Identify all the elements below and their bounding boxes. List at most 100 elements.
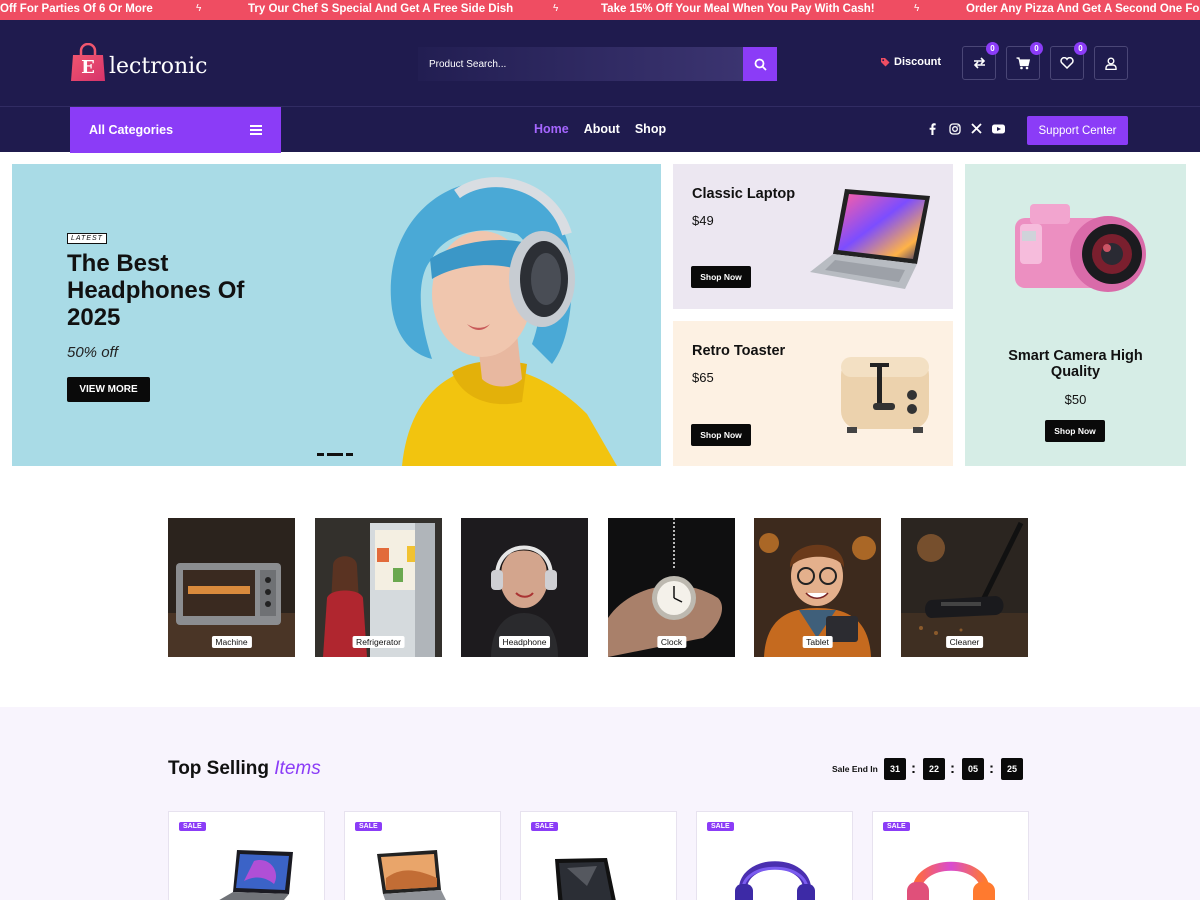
cart-icon bbox=[1016, 56, 1030, 69]
category-label: Headphone bbox=[498, 636, 551, 648]
laptop-product-image bbox=[377, 850, 446, 900]
bolt-icon: ϟ bbox=[914, 3, 920, 14]
nav-link-about[interactable]: About bbox=[584, 122, 620, 136]
category-label: Machine bbox=[211, 636, 252, 648]
section-title-main: Top Selling bbox=[168, 758, 269, 779]
timer-days: 31 bbox=[884, 758, 906, 780]
wishlist-count-badge: 0 bbox=[1074, 42, 1087, 55]
promo-title: Smart Camera High Quality bbox=[1008, 348, 1143, 380]
promo-card-toaster: Retro Toaster $65 Shop Now bbox=[673, 321, 953, 466]
timer-separator: : bbox=[989, 760, 994, 777]
product-search bbox=[418, 47, 777, 81]
shop-now-button[interactable]: Shop Now bbox=[1045, 420, 1105, 442]
category-tile-machine[interactable]: Machine bbox=[168, 518, 295, 657]
shopping-bag-icon: E bbox=[70, 42, 106, 83]
search-button[interactable] bbox=[743, 47, 777, 81]
site-logo[interactable]: E lectronic bbox=[70, 42, 208, 83]
discount-link[interactable]: Discount bbox=[880, 56, 941, 68]
category-label: Tablet bbox=[802, 636, 833, 648]
instagram-icon[interactable] bbox=[948, 122, 961, 135]
promo-ticker: Off For Parties Of 6 Or More ϟ Try Our C… bbox=[0, 0, 1200, 20]
x-twitter-icon[interactable] bbox=[970, 122, 983, 135]
sale-end-label: Sale End In bbox=[832, 764, 878, 774]
category-tile-tablet[interactable]: Tablet bbox=[754, 518, 881, 657]
product-card[interactable]: SALE bbox=[520, 811, 677, 900]
user-icon bbox=[1105, 57, 1117, 70]
hero-title: The Best Headphones Of 2025 bbox=[67, 250, 245, 331]
category-label: Clock bbox=[656, 636, 687, 648]
category-tile-clock[interactable]: Clock bbox=[608, 518, 735, 657]
support-center-button[interactable]: Support Center bbox=[1027, 116, 1128, 145]
timer-separator: : bbox=[950, 760, 955, 777]
laptop-product-image bbox=[219, 850, 293, 900]
timer-hours: 22 bbox=[923, 758, 945, 780]
sale-badge: SALE bbox=[355, 822, 382, 831]
wishlist-button[interactable]: 0 bbox=[1050, 42, 1087, 80]
section-title-accent: Items bbox=[274, 758, 321, 779]
category-tile-cleaner[interactable]: Cleaner bbox=[901, 518, 1028, 657]
category-label: Refrigerator bbox=[352, 636, 405, 648]
view-more-button[interactable]: VIEW MORE bbox=[67, 377, 150, 402]
promo-card-camera: Smart Camera High Quality $50 Shop Now bbox=[965, 164, 1186, 466]
search-input[interactable] bbox=[418, 47, 743, 81]
headphones-product-image bbox=[735, 861, 815, 900]
tag-icon bbox=[881, 58, 890, 67]
shop-now-button[interactable]: Shop Now bbox=[691, 266, 751, 288]
all-categories-button[interactable]: All Categories bbox=[70, 107, 281, 153]
timer-seconds: 25 bbox=[1001, 758, 1023, 780]
section-title: Top Selling Items bbox=[168, 758, 321, 780]
cart-count-badge: 0 bbox=[1030, 42, 1043, 55]
laptop-product-image bbox=[555, 858, 616, 900]
cart-button[interactable]: 0 bbox=[1006, 42, 1043, 80]
compare-arrows-icon bbox=[973, 57, 985, 69]
product-card[interactable]: SALE bbox=[696, 811, 853, 900]
bolt-icon: ϟ bbox=[196, 3, 202, 14]
category-tile-headphone[interactable]: Headphone bbox=[461, 518, 588, 657]
category-tile-refrigerator[interactable]: Refrigerator bbox=[315, 518, 442, 657]
hero-banner: LATEST The Best Headphones Of 2025 50% o… bbox=[12, 164, 661, 466]
shop-now-button[interactable]: Shop Now bbox=[691, 424, 751, 446]
site-header: E lectronic Discount 0 0 0 bbox=[0, 20, 1200, 106]
product-card[interactable]: SALE bbox=[344, 811, 501, 900]
promo-card-laptop: Classic Laptop $49 Shop Now bbox=[673, 164, 953, 309]
slider-dot-active[interactable] bbox=[327, 453, 343, 456]
nav-link-shop[interactable]: Shop bbox=[635, 122, 666, 136]
heart-icon bbox=[1060, 57, 1074, 69]
ticker-message: Take 15% Off Your Meal When You Pay With… bbox=[601, 3, 875, 15]
camera-image bbox=[1015, 204, 1146, 292]
discount-label: Discount bbox=[894, 56, 942, 68]
product-card[interactable]: SALE bbox=[168, 811, 325, 900]
compare-button[interactable]: 0 bbox=[962, 42, 999, 80]
sale-badge: SALE bbox=[707, 822, 734, 831]
main-navbar: All Categories Home About Shop Support C… bbox=[0, 106, 1200, 153]
promo-title: Retro Toaster bbox=[692, 343, 786, 359]
timer-minutes: 05 bbox=[962, 758, 984, 780]
social-links bbox=[926, 122, 1005, 135]
toaster-image bbox=[841, 357, 929, 433]
sale-badge: SALE bbox=[883, 822, 910, 831]
promo-price: $65 bbox=[692, 370, 714, 385]
youtube-icon[interactable] bbox=[992, 122, 1005, 135]
category-label: Cleaner bbox=[945, 636, 984, 648]
sale-badge: SALE bbox=[179, 822, 206, 831]
promo-price: $49 bbox=[692, 213, 714, 228]
logo-letter: E bbox=[81, 57, 95, 78]
nav-links: Home About Shop bbox=[534, 122, 666, 136]
slider-dots bbox=[317, 453, 353, 456]
headphones-product-image bbox=[907, 861, 995, 900]
nav-link-home[interactable]: Home bbox=[534, 122, 569, 136]
account-button[interactable] bbox=[1094, 46, 1128, 80]
bolt-icon: ϟ bbox=[553, 3, 559, 14]
product-card[interactable]: SALE bbox=[872, 811, 1029, 900]
facebook-icon[interactable] bbox=[926, 122, 939, 135]
sale-badge: SALE bbox=[531, 822, 558, 831]
menu-icon bbox=[250, 125, 262, 135]
slider-dot[interactable] bbox=[317, 453, 324, 456]
compare-count-badge: 0 bbox=[986, 42, 999, 55]
ticker-message: Off For Parties Of 6 Or More bbox=[0, 3, 153, 15]
slider-dot[interactable] bbox=[346, 453, 353, 456]
timer-separator: : bbox=[911, 760, 916, 777]
all-categories-label: All Categories bbox=[89, 123, 174, 137]
logo-text: lectronic bbox=[109, 53, 208, 79]
ticker-message: Try Our Chef S Special And Get A Free Si… bbox=[248, 3, 514, 15]
